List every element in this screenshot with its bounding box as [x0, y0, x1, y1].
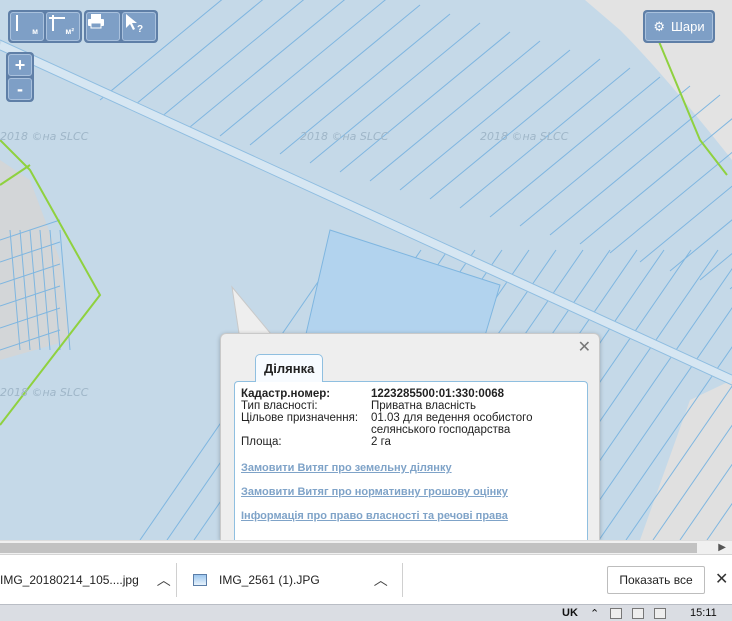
chevron-up-icon[interactable]: ︿ [374, 570, 388, 590]
parcel-boundary [429, 58, 601, 200]
measure-toolbar: м м² [8, 10, 82, 43]
info-row-ownership: Тип власності: Приватна власність [241, 400, 581, 412]
tray-expand-icon[interactable]: ⌃ [590, 607, 599, 620]
tools-toolbar: ? [84, 10, 158, 43]
taskbar: UK ⌃ 15:11 [0, 604, 732, 621]
info-row-cadastral: Кадастр.номер: 1223285500:01:330:0068 [241, 388, 581, 400]
show-all-downloads-button[interactable]: Показать все [607, 566, 705, 594]
tab-parcel[interactable]: Ділянка [255, 354, 324, 382]
print-button[interactable] [86, 12, 120, 41]
order-valuation-extract-link[interactable]: Замовити Витяг про нормативну грошову оц… [241, 486, 581, 498]
parcel-boundary [639, 185, 732, 263]
parcel-boundary [519, 85, 691, 227]
watermark: 2018 ©на SLCC [480, 130, 569, 143]
download-filename: IMG_20180214_105....jpg [0, 573, 139, 587]
clock[interactable]: 15:11 [690, 607, 717, 619]
purpose-value: 01.03 для ведення особистого селянського… [371, 412, 533, 436]
chevron-up-icon[interactable]: ︿ [157, 570, 171, 590]
watermark: 2018 ©на SLCC [0, 386, 89, 399]
parcel-boundary [489, 76, 661, 218]
downloads-bar: IMG_20180214_105....jpg ︿ IMG_2561 (1).J… [0, 554, 732, 604]
identify-button[interactable]: ? [122, 12, 156, 41]
parcel-info-panel: Кадастр.номер: 1223285500:01:330:0068 Ти… [234, 381, 588, 540]
scrollbar-thumb[interactable] [0, 543, 697, 553]
tray-app-icon[interactable] [632, 608, 644, 619]
gear-icon: ⚙ [653, 18, 665, 34]
info-row-area: Площа: 2 га [241, 436, 581, 448]
tray-app-icon[interactable] [610, 608, 622, 619]
ruler-icon [16, 15, 18, 31]
layers-button[interactable]: ⚙ Шари [643, 10, 715, 43]
zoom-out-button[interactable]: - [8, 78, 32, 100]
divider [402, 563, 403, 597]
ownership-type: Приватна власність [371, 400, 477, 412]
parcel-boundary [339, 31, 511, 173]
watermark: 2018 ©на SLCC [0, 130, 89, 143]
volume-icon[interactable] [654, 608, 666, 619]
zoom-control: + - [6, 52, 34, 102]
parcel-boundary [219, 0, 386, 137]
info-label: Тип власності: [241, 400, 318, 412]
screen: 2018 ©на SLCC 2018 ©на SLCC 2018 ©на SLC… [0, 0, 732, 621]
parcel-boundary [399, 49, 571, 191]
area-ruler-icon [49, 15, 65, 31]
watermark: 2018 ©на SLCC [300, 130, 389, 143]
parcel-boundary [549, 94, 721, 236]
language-indicator[interactable]: UK [562, 607, 578, 619]
scroll-right-icon[interactable]: ▶ [718, 542, 726, 553]
parcel-boundary [249, 4, 421, 146]
parcel-boundary [669, 219, 732, 272]
parcel-boundary [189, 0, 346, 128]
cadastral-map[interactable]: 2018 ©на SLCC 2018 ©на SLCC 2018 ©на SLC… [0, 0, 732, 540]
cursor-question-icon: ? [126, 14, 143, 33]
measure-length-unit: м [32, 27, 38, 36]
order-parcel-extract-link[interactable]: Замовити Витяг про земельну ділянку [241, 462, 581, 474]
area-value: 2 га [371, 436, 391, 448]
download-item[interactable]: IMG_2561 (1).JPG ︿ [193, 555, 388, 605]
close-icon[interactable]: ✕ [578, 340, 591, 356]
download-filename: IMG_2561 (1).JPG [219, 573, 320, 587]
info-row-purpose: Цільове призначення: 01.03 для ведення о… [241, 412, 581, 436]
ownership-info-link[interactable]: Інформація про право власності та речові… [241, 510, 581, 522]
info-label: Площа: [241, 436, 282, 448]
divider [176, 563, 177, 597]
info-label: Цільове призначення: [241, 412, 359, 424]
image-file-icon [193, 574, 207, 586]
parcel-info-popup: ✕ Ділянка Кадастр.номер: 1223285500:01:3… [220, 333, 600, 540]
measure-area-button[interactable]: м² [46, 12, 80, 41]
measure-area-unit: м² [65, 27, 74, 36]
info-label: Кадастр.номер: [241, 388, 331, 400]
close-icon[interactable]: ✕ [715, 569, 728, 589]
parcel-boundary [369, 40, 541, 182]
svg-text:?: ? [137, 24, 143, 33]
download-item[interactable]: IMG_20180214_105....jpg ︿ [0, 555, 171, 605]
measure-length-button[interactable]: м [10, 12, 44, 41]
layers-label: Шари [671, 19, 705, 34]
horizontal-scrollbar[interactable]: ▶ [0, 540, 732, 554]
zoom-in-button[interactable]: + [8, 54, 32, 76]
cadastral-number: 1223285500:01:330:0068 [371, 388, 505, 400]
printer-icon [88, 14, 104, 29]
